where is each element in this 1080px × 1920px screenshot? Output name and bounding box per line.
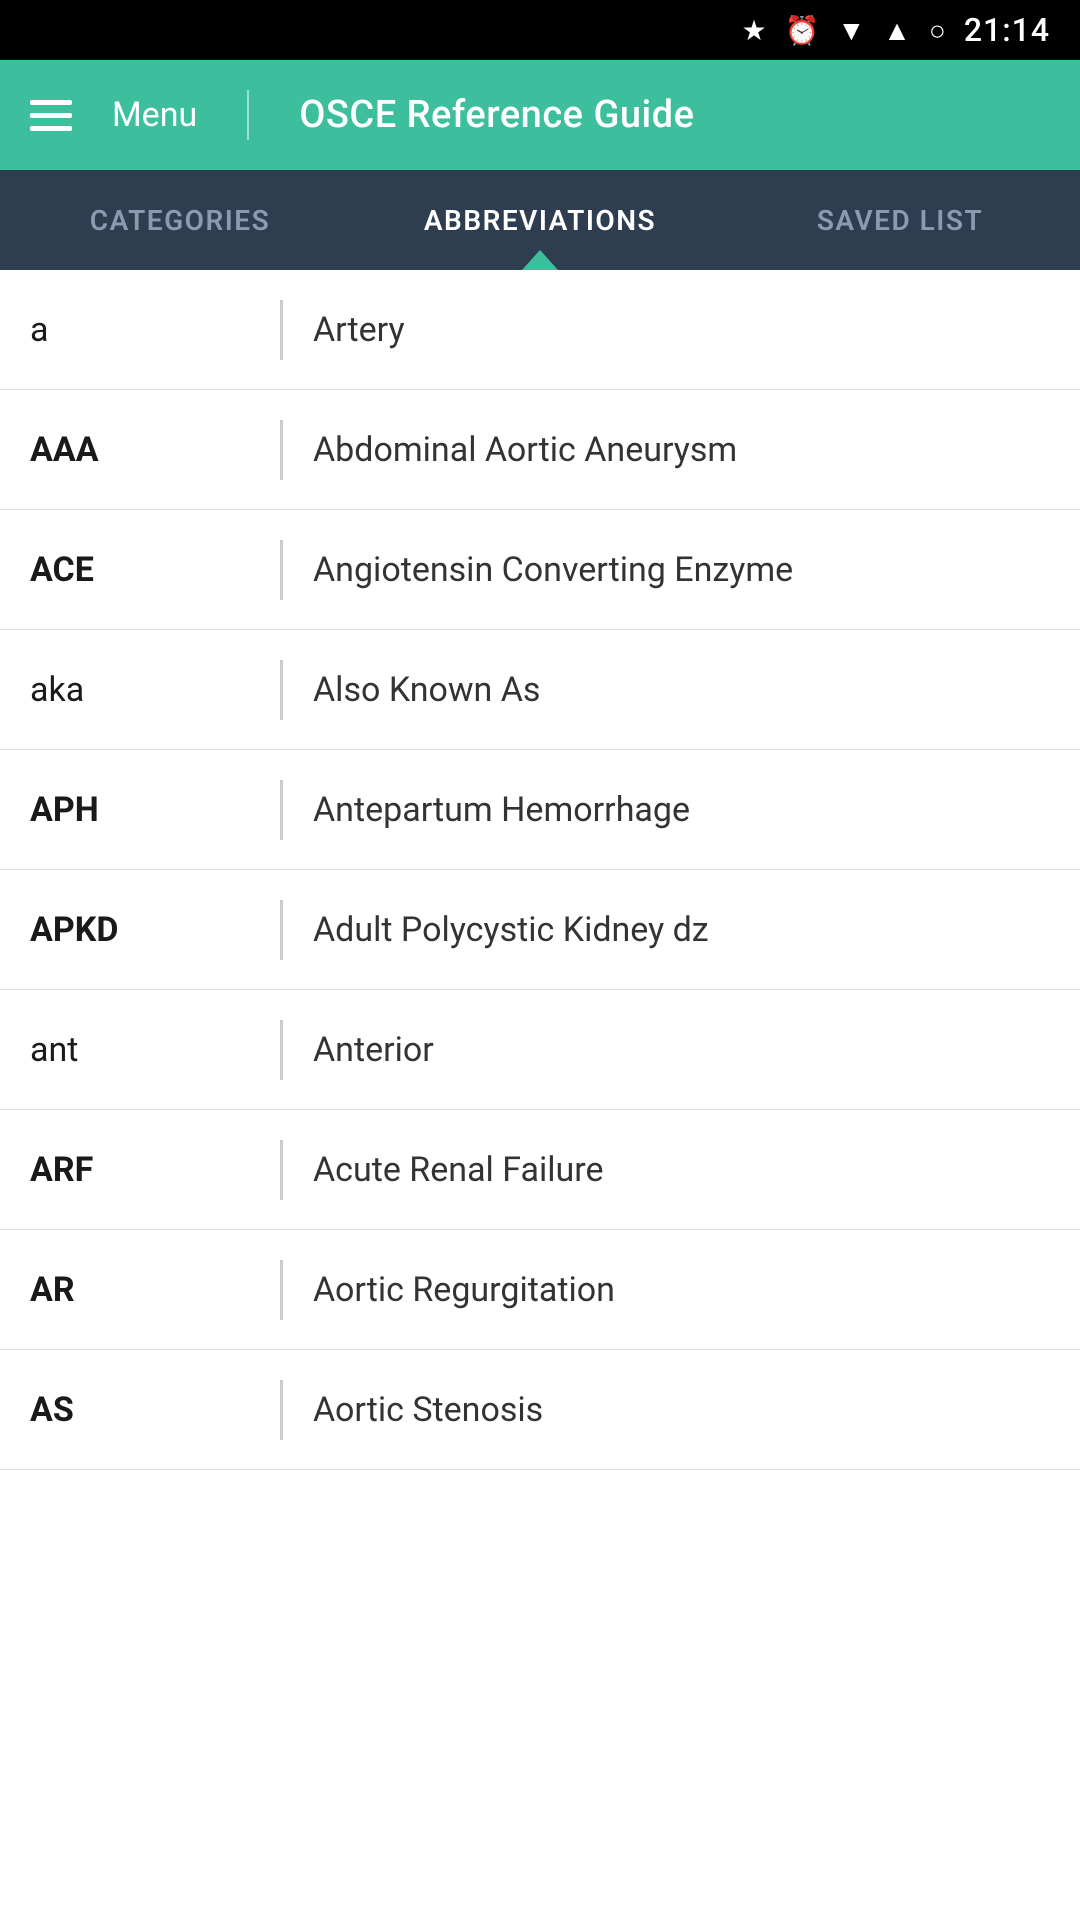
abbr-value: Abdominal Aortic Aneurysm bbox=[313, 430, 737, 470]
abbr-row[interactable]: AS Aortic Stenosis bbox=[0, 1350, 1080, 1470]
abbr-row[interactable]: a Artery bbox=[0, 270, 1080, 390]
abbr-value: Angiotensin Converting Enzyme bbox=[313, 550, 793, 590]
menu-label[interactable]: Menu bbox=[112, 95, 197, 135]
abbr-divider bbox=[280, 1140, 283, 1200]
abbr-row[interactable]: AAA Abdominal Aortic Aneurysm bbox=[0, 390, 1080, 510]
app-header: Menu OSCE Reference Guide bbox=[0, 60, 1080, 170]
abbr-key: aka bbox=[30, 670, 250, 710]
abbr-divider bbox=[280, 900, 283, 960]
bluetooth-icon: ★ bbox=[741, 14, 766, 47]
abbr-key: ACE bbox=[30, 550, 250, 590]
abbr-row[interactable]: AR Aortic Regurgitation bbox=[0, 1230, 1080, 1350]
tab-bar: CATEGORIES ABBREVIATIONS SAVED LIST bbox=[0, 170, 1080, 270]
status-bar: ★ ⏰ ▼ ▲ ○ 21:14 bbox=[0, 0, 1080, 60]
status-icons: ★ ⏰ ▼ ▲ ○ 21:14 bbox=[741, 11, 1050, 49]
abbr-value: Antepartum Hemorrhage bbox=[313, 790, 690, 830]
abbr-row[interactable]: APH Antepartum Hemorrhage bbox=[0, 750, 1080, 870]
abbr-value: Adult Polycystic Kidney dz bbox=[313, 910, 709, 950]
abbr-key: ARF bbox=[30, 1150, 250, 1190]
battery-icon: ○ bbox=[929, 14, 946, 47]
status-time: 21:14 bbox=[964, 11, 1050, 49]
abbr-key: APKD bbox=[30, 910, 250, 950]
wifi-icon: ▼ bbox=[837, 14, 865, 47]
abbr-key: a bbox=[30, 310, 250, 350]
abbr-key: ant bbox=[30, 1030, 250, 1070]
abbr-value: Acute Renal Failure bbox=[313, 1150, 604, 1190]
app-title: OSCE Reference Guide bbox=[299, 93, 694, 137]
abbr-divider bbox=[280, 300, 283, 360]
abbr-key: APH bbox=[30, 790, 250, 830]
abbr-divider bbox=[280, 420, 283, 480]
abbr-divider bbox=[280, 1260, 283, 1320]
abbr-row[interactable]: ant Anterior bbox=[0, 990, 1080, 1110]
abbr-value: Anterior bbox=[313, 1030, 434, 1070]
tab-saved-list[interactable]: SAVED LIST bbox=[720, 170, 1080, 270]
tab-categories[interactable]: CATEGORIES bbox=[0, 170, 360, 270]
abbr-key: AS bbox=[30, 1390, 250, 1430]
alarm-icon: ⏰ bbox=[785, 14, 820, 47]
abbr-key: AAA bbox=[30, 430, 250, 470]
abbr-divider bbox=[280, 540, 283, 600]
abbr-key: AR bbox=[30, 1270, 250, 1310]
abbr-value: Artery bbox=[313, 310, 405, 350]
tab-abbreviations[interactable]: ABBREVIATIONS bbox=[360, 170, 720, 270]
signal-icon: ▲ bbox=[883, 14, 911, 47]
menu-button[interactable] bbox=[30, 100, 72, 131]
abbr-row[interactable]: ACE Angiotensin Converting Enzyme bbox=[0, 510, 1080, 630]
abbr-divider bbox=[280, 1380, 283, 1440]
abbr-divider bbox=[280, 780, 283, 840]
abbr-value: Aortic Regurgitation bbox=[313, 1270, 615, 1310]
abbr-divider bbox=[280, 660, 283, 720]
abbr-row[interactable]: ARF Acute Renal Failure bbox=[0, 1110, 1080, 1230]
abbr-value: Aortic Stenosis bbox=[313, 1390, 543, 1430]
abbr-divider bbox=[280, 1020, 283, 1080]
abbreviations-list: a Artery AAA Abdominal Aortic Aneurysm ACE An… bbox=[0, 270, 1080, 1470]
abbr-value: Also Known As bbox=[313, 670, 540, 710]
header-divider bbox=[247, 90, 249, 140]
abbr-row[interactable]: APKD Adult Polycystic Kidney dz bbox=[0, 870, 1080, 990]
abbr-row[interactable]: aka Also Known As bbox=[0, 630, 1080, 750]
